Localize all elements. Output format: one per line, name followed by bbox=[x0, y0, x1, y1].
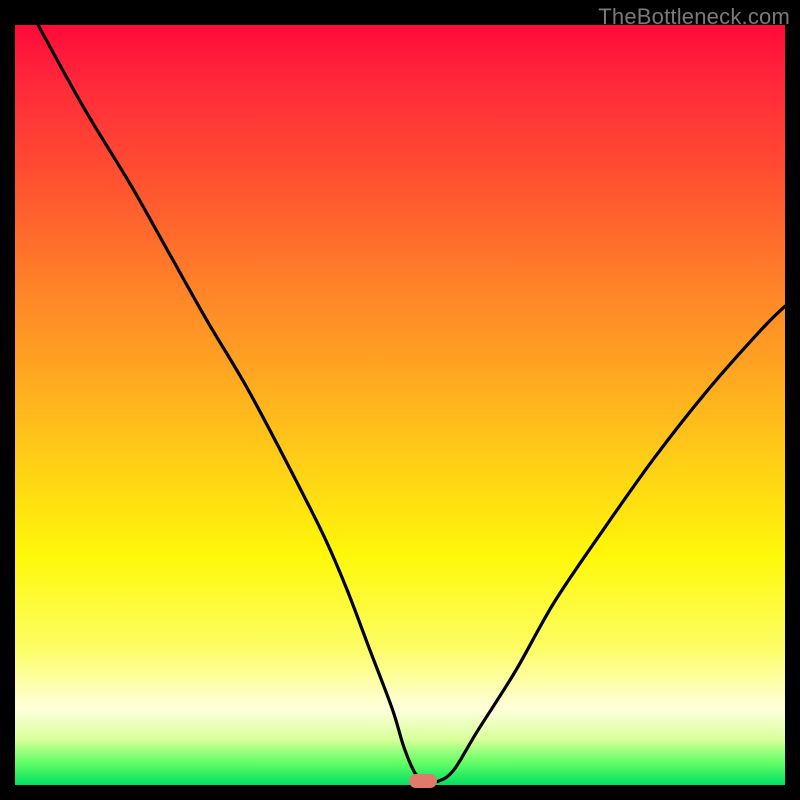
chart-frame: TheBottleneck.com bbox=[0, 0, 800, 800]
bottleneck-curve bbox=[15, 25, 785, 785]
watermark-text: TheBottleneck.com bbox=[598, 4, 790, 30]
optimal-marker bbox=[409, 774, 437, 788]
